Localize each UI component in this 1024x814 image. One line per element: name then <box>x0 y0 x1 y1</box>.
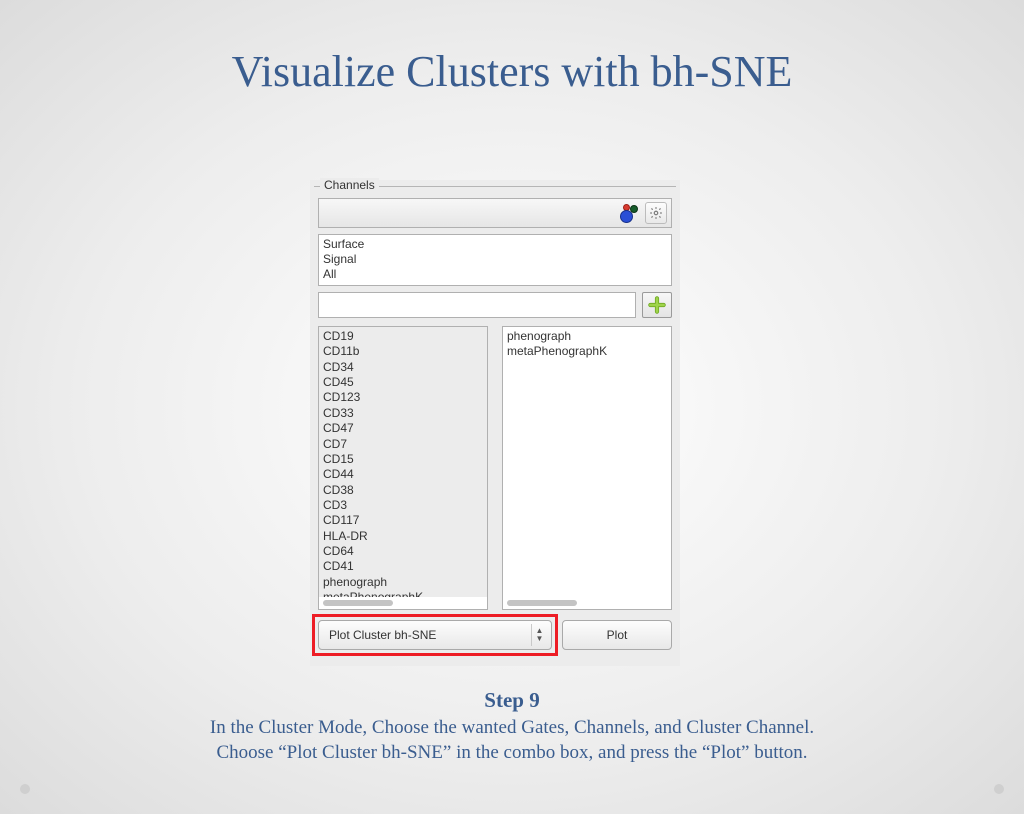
list-item[interactable]: CD117 <box>323 513 483 528</box>
horizontal-scrollbar[interactable] <box>507 600 577 606</box>
caption-line: In the Cluster Mode, Choose the wanted G… <box>0 715 1024 741</box>
gear-icon[interactable] <box>645 202 667 224</box>
panel-toolbar <box>318 198 672 228</box>
list-item[interactable]: Signal <box>323 252 667 267</box>
add-button[interactable] <box>642 292 672 318</box>
list-item[interactable]: CD44 <box>323 467 483 482</box>
list-item[interactable]: CD7 <box>323 437 483 452</box>
add-category-input[interactable] <box>318 292 636 318</box>
slide-decor-icon <box>994 784 1004 794</box>
list-item[interactable]: phenograph <box>323 575 483 590</box>
list-item[interactable]: CD19 <box>323 329 483 344</box>
list-item[interactable]: phenograph <box>507 329 667 344</box>
step-label: Step 9 <box>0 686 1024 714</box>
slide-caption: Step 9 In the Cluster Mode, Choose the w… <box>0 686 1024 766</box>
list-item[interactable]: metaPhenographK <box>323 590 483 597</box>
list-item[interactable]: CD3 <box>323 498 483 513</box>
plot-type-combo[interactable]: Plot Cluster bh-SNE ▲▼ <box>318 620 552 650</box>
plot-button[interactable]: Plot <box>562 620 672 650</box>
list-item[interactable]: CD64 <box>323 544 483 559</box>
color-picker-icon[interactable] <box>615 202 641 224</box>
list-item[interactable]: CD33 <box>323 406 483 421</box>
panel-legend: Channels <box>320 178 379 192</box>
add-row <box>318 292 672 318</box>
category-listbox[interactable]: Surface Signal All <box>318 234 672 286</box>
list-item[interactable]: Surface <box>323 237 667 252</box>
list-item[interactable]: CD41 <box>323 559 483 574</box>
list-item[interactable]: CD123 <box>323 390 483 405</box>
list-item[interactable]: CD45 <box>323 375 483 390</box>
chevron-updown-icon: ▲▼ <box>531 624 547 646</box>
combo-value: Plot Cluster bh-SNE <box>329 628 436 642</box>
caption-line: Choose “Plot Cluster bh-SNE” in the comb… <box>0 740 1024 766</box>
horizontal-scrollbar[interactable] <box>323 600 393 606</box>
list-item[interactable]: CD34 <box>323 360 483 375</box>
list-item[interactable]: CD38 <box>323 483 483 498</box>
list-item[interactable]: HLA-DR <box>323 529 483 544</box>
list-item[interactable]: metaPhenographK <box>507 344 667 359</box>
list-item[interactable]: CD15 <box>323 452 483 467</box>
available-channels-listbox[interactable]: CD19 CD11b CD34 CD45 CD123 CD33 CD47 CD7… <box>318 326 488 610</box>
slide-decor-icon <box>20 784 30 794</box>
list-item[interactable]: All <box>323 267 667 282</box>
channels-panel: Channels Surface Signal All CD19 CD11b C… <box>310 180 680 666</box>
list-item[interactable]: CD47 <box>323 421 483 436</box>
slide-title: Visualize Clusters with bh-SNE <box>0 46 1024 97</box>
selected-channels-listbox[interactable]: phenograph metaPhenographK <box>502 326 672 610</box>
list-item[interactable]: CD11b <box>323 344 483 359</box>
